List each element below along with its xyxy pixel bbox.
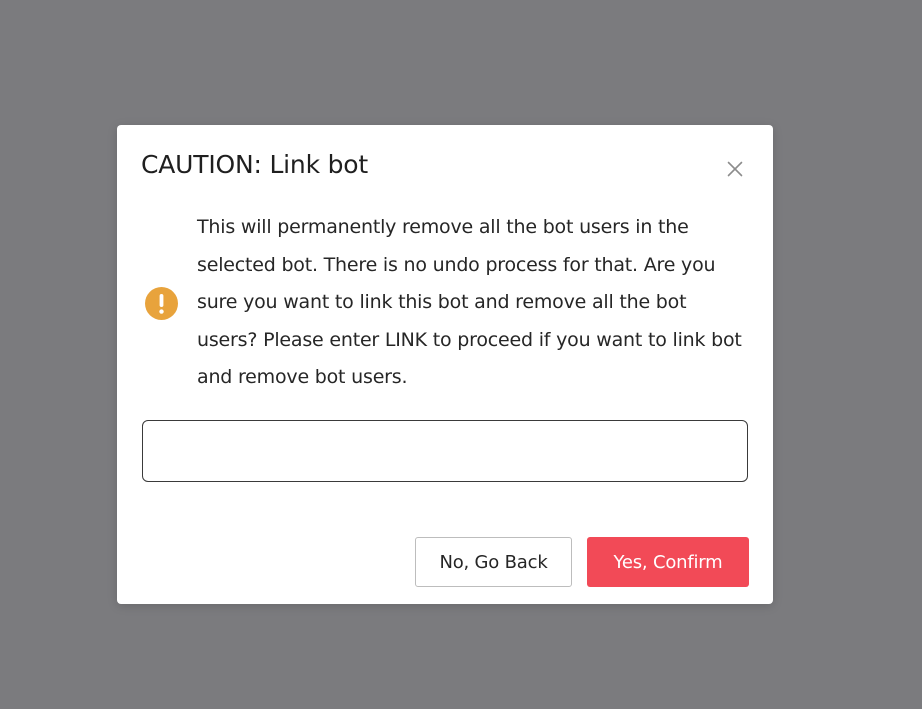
confirm-text-input[interactable] (142, 420, 748, 482)
confirm-button[interactable]: Yes, Confirm (587, 537, 749, 587)
go-back-button[interactable]: No, Go Back (415, 537, 572, 587)
dialog-message: This will permanently remove all the bot… (197, 216, 742, 388)
caution-dialog: CAUTION: Link bot This will permanently … (117, 125, 773, 604)
dialog-title: CAUTION: Link bot (141, 150, 368, 179)
close-icon (721, 155, 749, 183)
close-button[interactable] (721, 155, 749, 183)
exclamation-circle-icon (145, 287, 178, 320)
